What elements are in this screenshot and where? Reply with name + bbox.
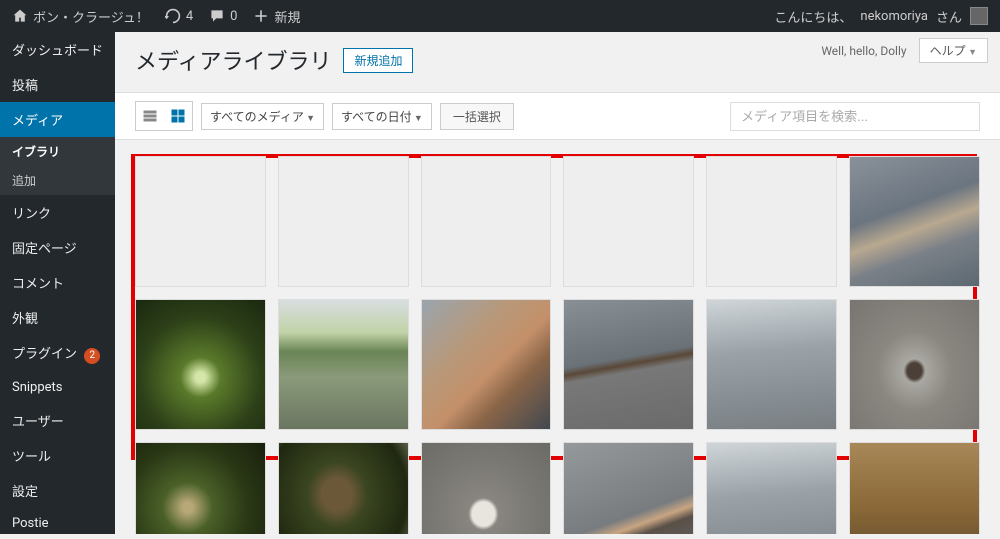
view-toggle [135, 101, 193, 131]
media-item[interactable] [421, 299, 552, 430]
bulk-select-button[interactable]: 一括選択 [440, 103, 514, 130]
help-button[interactable]: ヘルプ [919, 38, 988, 63]
media-grid: 山の中のちいさな [115, 140, 1000, 534]
new-link[interactable]: 新規 [253, 7, 300, 26]
menu-links[interactable]: リンク [0, 195, 115, 230]
menu-posts[interactable]: 投稿 [0, 67, 115, 102]
grid-icon [170, 108, 186, 124]
hello-dolly: Well, hello, Dolly [821, 44, 906, 58]
media-toolbar: すべてのメディア すべての日付 一括選択 [115, 92, 1000, 140]
filter-date-select[interactable]: すべての日付 [332, 103, 432, 130]
username-text: nekomoriya [860, 9, 928, 24]
view-list-button[interactable] [136, 102, 164, 130]
filter-media-select[interactable]: すべてのメディア [201, 103, 324, 130]
media-item[interactable] [849, 299, 980, 430]
search-input[interactable] [730, 102, 980, 131]
menu-pages[interactable]: 固定ページ [0, 230, 115, 265]
admin-bar-right[interactable]: こんにちは、 nekomoriya さん [774, 7, 988, 26]
admin-bar: ボン・クラージュ！ 4 0 新規 こんにちは、 nekomoriya さん [0, 0, 1000, 32]
updates-link[interactable]: 4 [165, 8, 193, 24]
site-link[interactable]: ボン・クラージュ！ [12, 7, 149, 26]
page-title: メディアライブラリ [135, 44, 331, 76]
menu-plugins[interactable]: プラグイン 2 [0, 335, 115, 372]
menu-tools[interactable]: ツール [0, 438, 115, 473]
new-label: 新規 [274, 7, 300, 26]
media-item[interactable] [563, 442, 694, 534]
plugins-badge: 2 [84, 348, 100, 364]
plus-icon [253, 8, 269, 24]
main-content: Well, hello, Dolly ヘルプ メディアライブラリ 新規追加 すべ… [115, 32, 1000, 534]
media-item[interactable] [421, 156, 552, 287]
list-icon [142, 108, 158, 124]
plugins-label: プラグイン [12, 347, 77, 362]
menu-media-submenu: イブラリ 追加 [0, 137, 115, 195]
media-item[interactable] [421, 442, 552, 534]
comment-icon [209, 8, 225, 24]
media-item[interactable] [278, 156, 409, 287]
comments-count: 0 [230, 9, 237, 24]
media-item[interactable]: 山の中のちいさな [849, 442, 980, 534]
view-grid-button[interactable] [164, 102, 192, 130]
menu-comments[interactable]: コメント [0, 265, 115, 300]
media-item[interactable] [278, 299, 409, 430]
media-item[interactable] [849, 156, 980, 287]
menu-settings[interactable]: 設定 [0, 473, 115, 508]
media-item[interactable] [706, 442, 837, 534]
home-icon [12, 8, 28, 24]
media-item[interactable] [135, 299, 266, 430]
menu-snippets[interactable]: Snippets [0, 372, 115, 403]
menu-media[interactable]: メディア [0, 102, 115, 137]
media-item[interactable] [706, 156, 837, 287]
menu-media-library[interactable]: イブラリ [0, 137, 115, 166]
add-new-button[interactable]: 新規追加 [343, 48, 413, 73]
refresh-icon [165, 8, 181, 24]
sidebar: ダッシュボード 投稿 メディア イブラリ 追加 リンク 固定ページ コメント 外… [0, 32, 115, 534]
media-item[interactable] [563, 299, 694, 430]
media-item[interactable] [706, 299, 837, 430]
menu-appearance[interactable]: 外観 [0, 300, 115, 335]
media-item[interactable] [135, 442, 266, 534]
menu-users[interactable]: ユーザー [0, 403, 115, 438]
avatar [970, 7, 988, 25]
greeting-text: こんにちは、 [774, 7, 852, 26]
menu-dashboard[interactable]: ダッシュボード [0, 32, 115, 67]
updates-count: 4 [186, 9, 193, 24]
admin-bar-left: ボン・クラージュ！ 4 0 新規 [12, 7, 300, 26]
menu-postie[interactable]: Postie [0, 508, 115, 539]
search-box [730, 102, 980, 131]
media-item[interactable] [278, 442, 409, 534]
comments-link[interactable]: 0 [209, 8, 237, 24]
top-right-bar: Well, hello, Dolly ヘルプ [821, 38, 988, 63]
site-name: ボン・クラージュ！ [33, 7, 149, 26]
media-item[interactable] [563, 156, 694, 287]
media-item[interactable] [135, 156, 266, 287]
menu-media-add[interactable]: 追加 [0, 166, 115, 195]
san-text: さん [936, 7, 962, 26]
